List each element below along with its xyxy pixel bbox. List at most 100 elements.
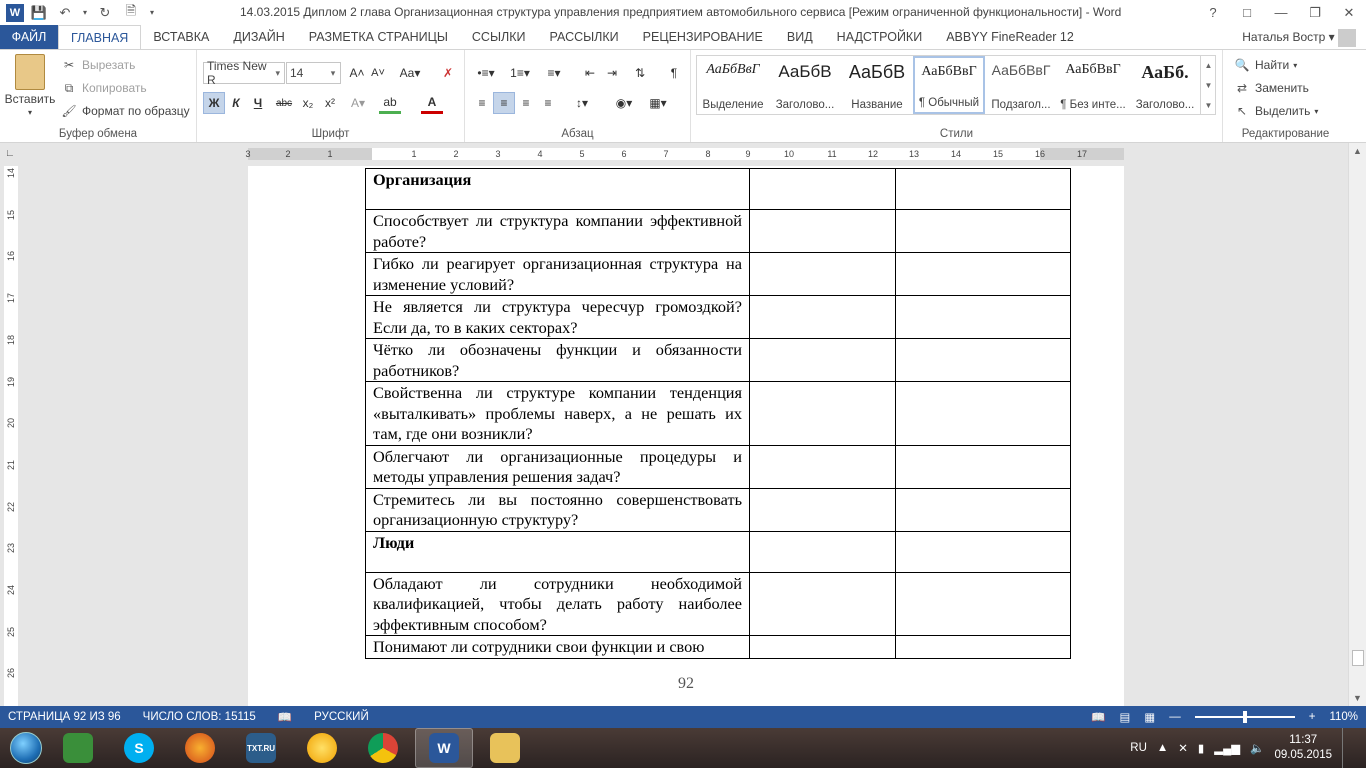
paste-button[interactable]: Вставить ▾: [4, 54, 56, 117]
comment-cell[interactable]: [895, 209, 1071, 253]
customize-qat-icon[interactable]: ▾: [146, 3, 158, 23]
questionnaire-table[interactable]: Организация Способствует ли структура ком…: [365, 168, 1071, 659]
language-indicator[interactable]: РУССКИЙ: [314, 711, 369, 723]
font-name-select[interactable]: Times New R ▾: [203, 59, 285, 87]
scroll-up-icon[interactable]: ▲: [1349, 146, 1366, 156]
sort-icon[interactable]: ⇅: [629, 62, 651, 84]
zoom-slider[interactable]: [1194, 711, 1295, 723]
more-styles-icon[interactable]: ▼: [1205, 101, 1213, 110]
zoom-level[interactable]: 110%: [1329, 711, 1358, 723]
select-button[interactable]: ↖ Выделить ▾: [1233, 102, 1318, 120]
word-count[interactable]: ЧИСЛО СЛОВ: 15115: [143, 711, 256, 723]
change-case-icon[interactable]: Aa▾: [395, 62, 425, 84]
user-account[interactable]: Наталья Востр ▾: [1242, 29, 1356, 47]
cut-button[interactable]: ✂ Вырезать: [60, 56, 135, 74]
table-row[interactable]: Понимают ли сотрудники свои функции и св…: [365, 635, 1071, 659]
table-row[interactable]: Организация: [365, 168, 1071, 210]
scroll-thumb[interactable]: [1352, 650, 1364, 666]
line-spacing-icon[interactable]: ↕▾: [567, 92, 597, 114]
vertical-ruler[interactable]: 14 15 16 17 18 19 20 21 22 23 24 25 26: [4, 166, 18, 706]
question-cell[interactable]: Способствует ли структура компании эффек…: [365, 209, 750, 253]
table-row[interactable]: Облегчают ли организационные процедуры и…: [365, 444, 1071, 489]
tab-addins[interactable]: НАДСТРОЙКИ: [825, 25, 935, 49]
answer-cell[interactable]: [749, 635, 896, 659]
strikethrough-button[interactable]: abc: [273, 92, 295, 114]
tab-layout[interactable]: РАЗМЕТКА СТРАНИЦЫ: [297, 25, 460, 49]
tab-references[interactable]: ССЫЛКИ: [460, 25, 538, 49]
undo-icon[interactable]: ↶: [54, 3, 76, 23]
page-count[interactable]: СТРАНИЦА 92 ИЗ 96: [8, 711, 121, 723]
new-document-icon[interactable]: 🗎: [120, 3, 142, 23]
table-row[interactable]: Обладают ли сотрудники необходимой квали…: [365, 571, 1071, 636]
comment-cell[interactable]: [895, 168, 1071, 210]
question-cell[interactable]: Гибко ли реагирует организационная струк…: [365, 252, 750, 296]
superscript-button[interactable]: x²: [319, 92, 341, 114]
question-cell[interactable]: Чётко ли обозначены функции и обязанност…: [365, 338, 750, 382]
bullets-icon[interactable]: •≡▾: [471, 62, 501, 84]
style-title[interactable]: АаБбВ Название: [841, 56, 913, 114]
align-left-icon[interactable]: ≡: [471, 92, 493, 114]
clear-formatting-icon[interactable]: ✗: [437, 62, 459, 84]
table-row[interactable]: Люди: [365, 530, 1071, 573]
answer-cell[interactable]: [749, 444, 896, 489]
comment-cell[interactable]: [895, 635, 1071, 659]
answer-cell[interactable]: [749, 338, 896, 382]
taskbar-explorer[interactable]: [476, 728, 534, 768]
answer-cell[interactable]: [749, 487, 896, 532]
bold-button[interactable]: Ж: [203, 92, 225, 114]
question-cell[interactable]: Стремитесь ли вы постоянно совершенствов…: [365, 487, 750, 532]
font-size-select[interactable]: 14 ▾: [286, 62, 341, 84]
signal-icon[interactable]: ▂▄▆: [1214, 741, 1240, 755]
show-marks-icon[interactable]: ¶: [663, 62, 685, 84]
borders-icon[interactable]: ▦▾: [643, 92, 673, 114]
ribbon-display-icon[interactable]: □: [1230, 0, 1264, 25]
taskbar-chrome[interactable]: [354, 728, 412, 768]
show-desktop[interactable]: [1342, 728, 1352, 768]
style-emphasis[interactable]: АаБбВвГ Выделение: [697, 56, 769, 114]
tab-insert[interactable]: ВСТАВКА: [141, 25, 221, 49]
word-app-icon[interactable]: W: [6, 3, 24, 22]
text-effects-icon[interactable]: A▾: [347, 92, 369, 114]
read-mode-icon[interactable]: 📖: [1091, 710, 1105, 724]
underline-button[interactable]: Ч: [247, 92, 269, 114]
help-icon[interactable]: ?: [1196, 0, 1230, 25]
copy-button[interactable]: ⧉ Копировать: [60, 79, 147, 97]
document-page[interactable]: Организация Способствует ли структура ком…: [248, 166, 1124, 706]
minimize-icon[interactable]: —: [1264, 0, 1298, 25]
input-language[interactable]: RU: [1130, 742, 1147, 754]
comment-cell[interactable]: [895, 381, 1071, 446]
numbering-icon[interactable]: 1≡▾: [505, 62, 535, 84]
increase-indent-icon[interactable]: ⇥: [601, 62, 623, 84]
shrink-font-icon[interactable]: A˅: [367, 62, 389, 84]
format-painter-button[interactable]: 🖌 Формат по образцу: [60, 102, 189, 120]
answer-cell[interactable]: [749, 530, 896, 573]
highlight-icon[interactable]: ab: [379, 92, 401, 114]
start-button[interactable]: [6, 728, 46, 768]
grow-font-icon[interactable]: A˄: [346, 62, 368, 84]
style-no-spacing[interactable]: АаБбВвГ ¶ Без инте...: [1057, 56, 1129, 114]
multilevel-list-icon[interactable]: ≡▾: [539, 62, 569, 84]
align-right-icon[interactable]: ≡: [515, 92, 537, 114]
section-heading-cell[interactable]: Люди: [365, 530, 750, 573]
comment-cell[interactable]: [895, 295, 1071, 339]
align-center-icon[interactable]: ≡: [493, 92, 515, 114]
scroll-up-icon[interactable]: ▲: [1205, 61, 1213, 70]
tab-abbyy[interactable]: ABBYY FineReader 12: [934, 25, 1086, 49]
style-heading2[interactable]: АаБб. Заголово...: [1129, 56, 1201, 114]
table-row[interactable]: Не является ли структура чересчур громоз…: [365, 295, 1071, 339]
subscript-button[interactable]: x₂: [297, 92, 319, 114]
justify-icon[interactable]: ≡: [537, 92, 559, 114]
answer-cell[interactable]: [749, 168, 896, 210]
tab-selector-icon[interactable]: ∟: [5, 148, 17, 160]
zoom-in-icon[interactable]: +: [1309, 711, 1316, 723]
undo-dropdown-icon[interactable]: ▾: [80, 3, 90, 23]
taskbar-app-1[interactable]: [49, 728, 107, 768]
web-layout-icon[interactable]: ▦: [1144, 710, 1155, 724]
table-row[interactable]: Гибко ли реагирует организационная струк…: [365, 252, 1071, 296]
save-icon[interactable]: 💾: [28, 3, 50, 23]
horizontal-ruler[interactable]: 3 2 1 1 2 3 4 5 6 7 8 9 10 11 12 13 14 15 16 17: [245, 148, 1124, 160]
table-row[interactable]: Свойственна ли структуре компании тенден…: [365, 381, 1071, 446]
decrease-indent-icon[interactable]: ⇤: [579, 62, 601, 84]
comment-cell[interactable]: [895, 338, 1071, 382]
clock[interactable]: 11:37 09.05.2015: [1274, 733, 1332, 763]
